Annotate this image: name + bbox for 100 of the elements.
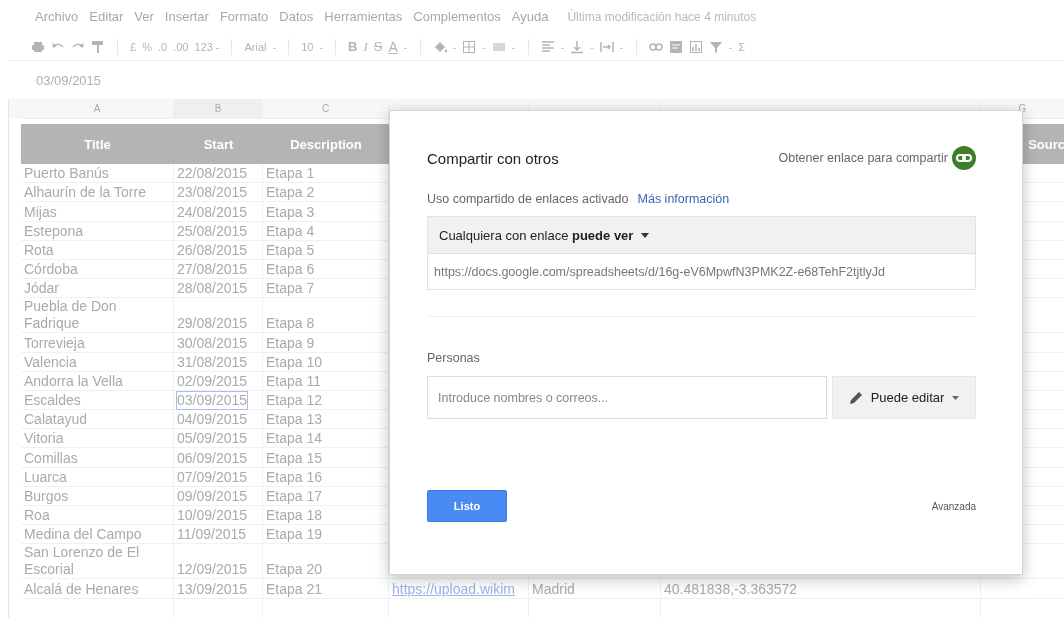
dropdown-caret[interactable]: -	[619, 40, 624, 53]
table-cell: Roa	[24, 507, 50, 525]
column-letter[interactable]: C	[321, 100, 330, 117]
advanced-link[interactable]: Avanzada	[931, 500, 976, 512]
menu-item[interactable]: Ayuda	[511, 9, 549, 24]
table-cell: Etapa 7	[266, 280, 315, 298]
toolbar-button[interactable]: .0	[157, 40, 168, 53]
share-url-field[interactable]: https://docs.google.com/spreadsheets/d/16g-eV6MpwfN3PMK2Z-e68TehF2tjtlyJd	[427, 254, 976, 290]
align-left-icon[interactable]	[540, 39, 555, 54]
vertical-align-icon[interactable]	[570, 39, 585, 54]
print-icon[interactable]	[31, 39, 45, 54]
table-cell: 11/09/2015	[177, 526, 247, 544]
table-cell: Etapa 16	[266, 468, 323, 486]
dropdown-caret[interactable]: -	[560, 40, 565, 53]
permission-button[interactable]: Puede editar	[832, 376, 976, 419]
menu-item[interactable]: Archivo	[35, 9, 79, 24]
formula-bar-value[interactable]: 03/09/2015	[36, 72, 102, 88]
table-cell: 06/09/2015	[177, 449, 248, 467]
dropdown-caret[interactable]: -	[403, 40, 408, 53]
toolbar-button[interactable]: Σ	[738, 40, 745, 53]
table-cell: Mijas	[24, 203, 57, 221]
caret-icon	[641, 232, 650, 238]
table-cell: Luarca	[24, 468, 67, 486]
last-modified-text[interactable]: Última modificación hace 4 minutos	[567, 9, 757, 24]
table-cell: Medina del Campo	[24, 526, 142, 544]
table-cell: 23/08/2015	[177, 184, 248, 202]
column-letter[interactable]: A	[93, 100, 101, 117]
link-icon[interactable]	[952, 146, 976, 170]
menu-item[interactable]: Formato	[219, 9, 269, 24]
sharing-status-text: Uso compartido de enlaces activado	[427, 192, 629, 206]
toolbar-button[interactable]: 123 -	[194, 40, 220, 53]
table-cell: Etapa 20	[266, 561, 323, 579]
dropdown-caret[interactable]: -	[728, 40, 733, 53]
menu-item[interactable]: Insertar	[164, 9, 209, 24]
table-cell: Etapa 8	[266, 315, 315, 333]
table-cell: 25/08/2015	[177, 222, 248, 240]
done-button[interactable]: Listo	[427, 490, 507, 522]
table-cell: 26/08/2015	[177, 241, 248, 259]
text-color-button[interactable]: A	[388, 38, 398, 55]
more-info-link[interactable]: Más información	[637, 192, 730, 206]
access-dropdown[interactable]: Cualquiera con enlace puede ver	[427, 216, 976, 254]
menu-item[interactable]: Editar	[89, 9, 124, 24]
toolbar-button[interactable]: Arial	[244, 40, 267, 53]
filter-icon[interactable]	[708, 39, 723, 54]
italic-button[interactable]: I	[363, 38, 368, 55]
toolbar-button[interactable]: 10	[301, 40, 314, 53]
dropdown-caret[interactable]: -	[511, 40, 516, 53]
cell-link[interactable]: https://upload.wikim	[392, 580, 515, 598]
table-cell: Etapa 9	[266, 334, 315, 352]
toolbar-button[interactable]: .00	[173, 40, 189, 53]
table-cell: 24/08/2015	[177, 203, 248, 221]
table-cell: Alcalá de Henares	[24, 580, 139, 598]
table-cell: 29/08/2015	[177, 315, 248, 333]
toolbar-button[interactable]: £	[130, 40, 137, 53]
table-cell: Escaldes	[24, 392, 81, 410]
table-cell: 03/09/2015	[177, 392, 248, 410]
dropdown-caret[interactable]: -	[482, 40, 486, 53]
table-cell: Alhaurín de la Torre	[24, 184, 146, 202]
table-cell: 05/09/2015	[177, 430, 248, 448]
table-cell: 09/09/2015	[177, 488, 248, 505]
menu-item[interactable]: Ver	[134, 9, 154, 24]
column-heading: Title	[21, 124, 174, 164]
table-cell: Torrevieja	[24, 334, 85, 352]
people-label: Personas	[427, 351, 481, 365]
table-cell: Madrid	[532, 580, 575, 598]
toolbar-button[interactable]: %	[142, 40, 152, 53]
paint-roller-icon[interactable]	[91, 39, 105, 54]
table-cell: Etapa 19	[266, 526, 323, 544]
get-link-text[interactable]: Obtener enlace para compartir	[778, 151, 948, 165]
table-cell: Etapa 6	[266, 261, 315, 279]
table-cell: Etapa 12	[266, 392, 323, 410]
column-letter[interactable]: B	[214, 100, 222, 117]
table-cell: 02/09/2015	[177, 372, 248, 390]
dropdown-caret[interactable]: -	[319, 40, 324, 53]
people-input-field[interactable]: Introduce nombres o correos...	[427, 376, 827, 419]
bold-button[interactable]: B	[348, 39, 358, 54]
dropdown-caret[interactable]: -	[590, 40, 594, 53]
borders-icon[interactable]	[462, 39, 477, 54]
menu-item[interactable]: Herramientas	[324, 9, 403, 24]
comment-icon[interactable]	[668, 39, 683, 54]
menu-item[interactable]: Complementos	[413, 9, 501, 24]
dropdown-caret[interactable]: -	[272, 40, 277, 53]
table-cell: 10/09/2015	[177, 507, 248, 525]
table-cell: Comillas	[24, 449, 78, 467]
chart-icon[interactable]	[688, 39, 703, 54]
text-wrap-icon[interactable]	[599, 39, 614, 54]
table-cell: 13/09/2015	[177, 580, 248, 598]
table-cell: Jódar	[24, 280, 60, 298]
caret-icon	[952, 395, 960, 400]
dropdown-caret[interactable]: -	[452, 40, 457, 53]
table-cell: Estepona	[24, 222, 84, 240]
menu-item[interactable]: Datos	[279, 9, 314, 24]
table-cell: Etapa 2	[266, 184, 315, 202]
strikethrough-button[interactable]: S	[373, 39, 383, 54]
table-cell: Etapa 11	[266, 372, 321, 390]
table-cell: Andorra la Vella	[24, 372, 123, 390]
dialog-title: Compartir con otros	[427, 149, 559, 167]
table-cell: Etapa 5	[266, 241, 315, 259]
table-cell: Etapa 14	[266, 430, 323, 448]
table-cell: 27/08/2015	[177, 261, 248, 279]
